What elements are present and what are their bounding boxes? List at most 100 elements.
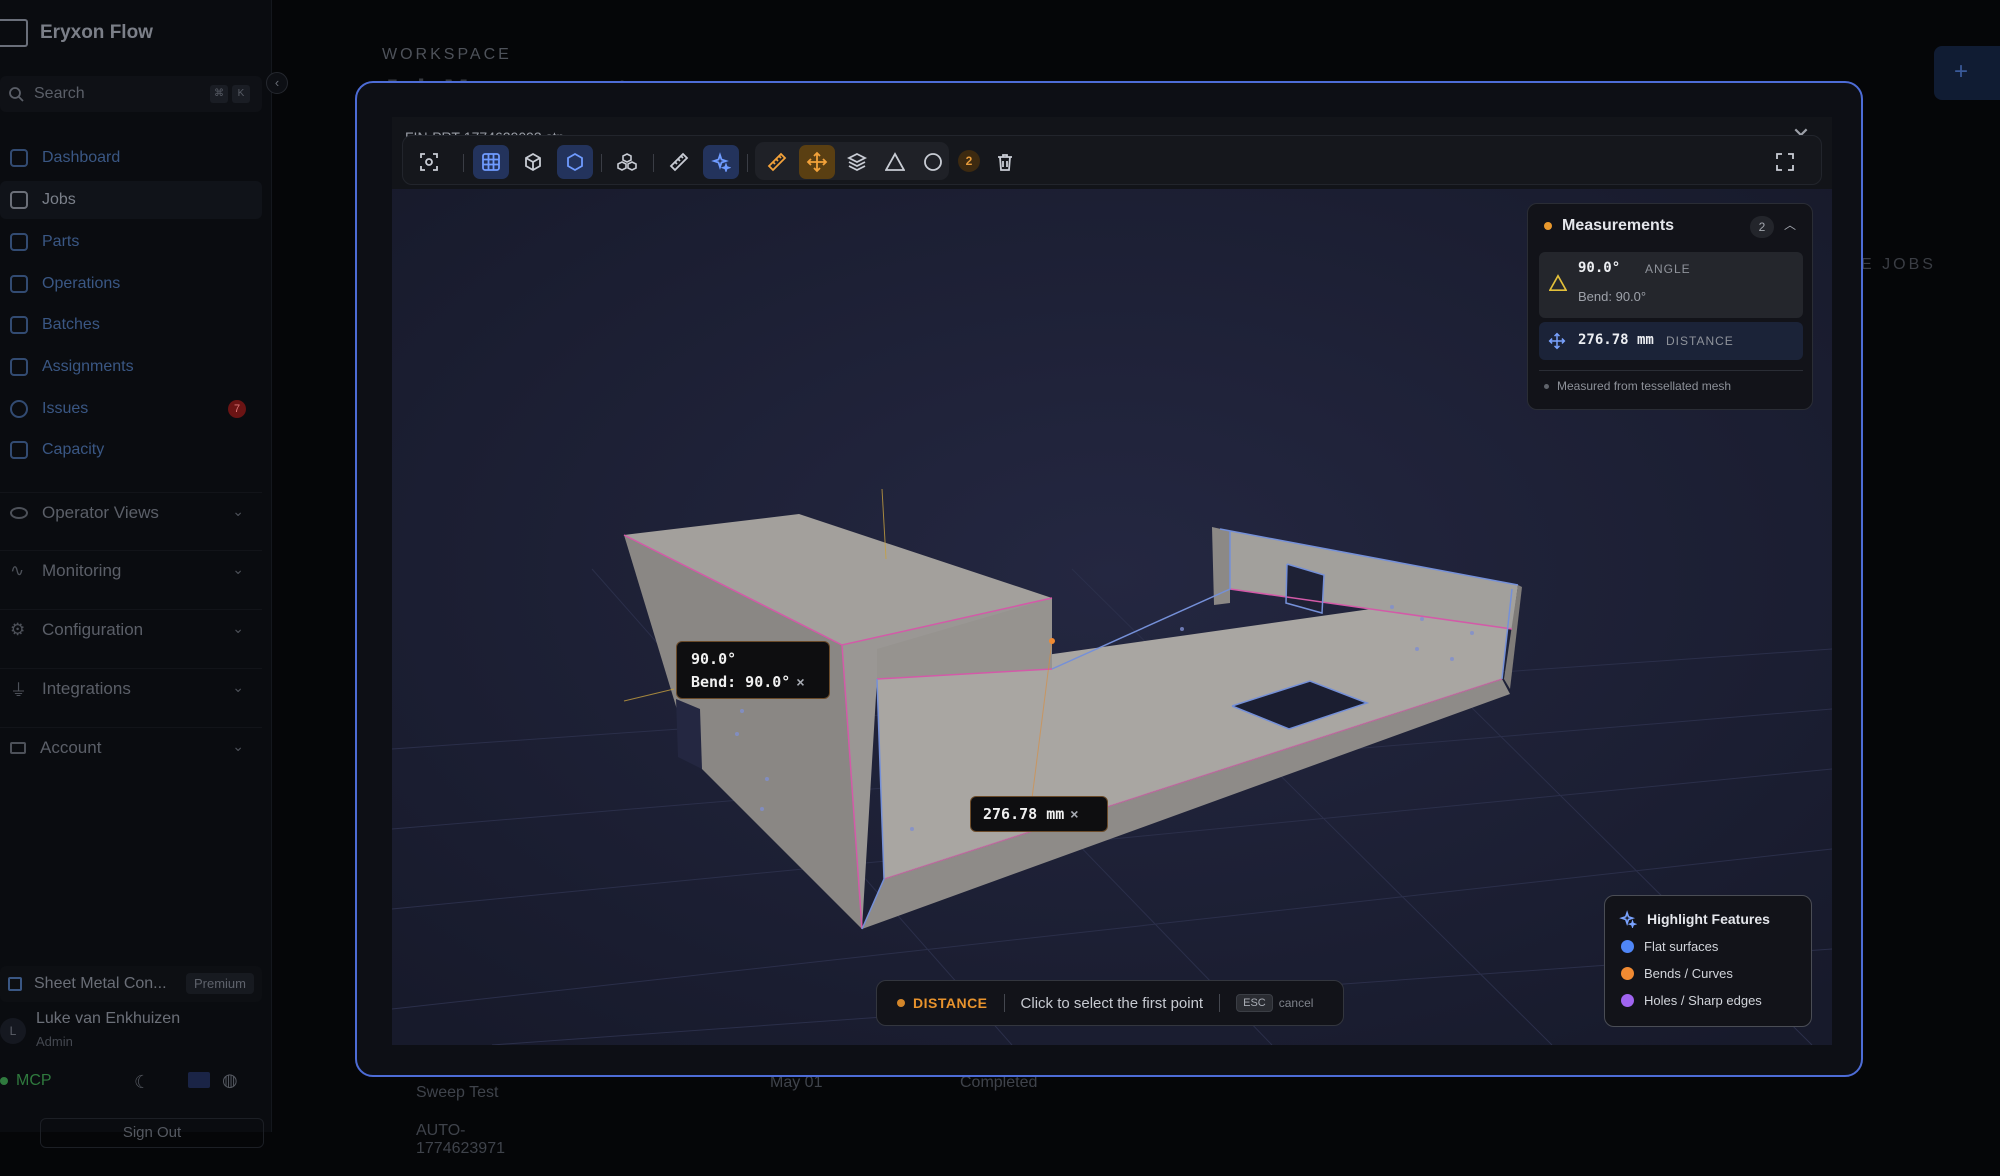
sidebar-item-jobs[interactable]: Jobs: [0, 181, 262, 219]
distance-measurement-label[interactable]: 276.78 mm ×: [970, 796, 1108, 832]
sidebar-item-label: Batches: [42, 316, 100, 333]
divider: [1003, 994, 1005, 1012]
new-job-button[interactable]: +: [1934, 46, 2000, 100]
chevron-down-icon: ⌄: [232, 561, 244, 577]
sidebar-item-label: Operations: [42, 275, 121, 292]
cube-icon: [525, 152, 541, 172]
measurement-value: 90.0°: [1578, 260, 1621, 276]
sidebar-group-configuration[interactable]: ⚙ Configuration ⌄: [0, 609, 262, 649]
sidebar-group-monitoring[interactable]: ∿ Monitoring ⌄: [0, 550, 262, 590]
package-icon: [10, 233, 28, 251]
clear-measurements-button[interactable]: [987, 145, 1023, 179]
status-dot: [1544, 222, 1552, 230]
radius-mode-button[interactable]: [915, 145, 951, 179]
chevron-down-icon: ⌄: [232, 738, 244, 754]
plan-badge: Premium: [185, 973, 254, 994]
moon-icon[interactable]: ☾: [134, 1072, 150, 1093]
eye-icon: [10, 506, 28, 519]
measure-ruler-button[interactable]: [759, 145, 795, 179]
sidebar-item-issues[interactable]: Issues 7: [0, 390, 262, 428]
sidebar-group-integrations[interactable]: ⏚ Integrations ⌄: [0, 668, 262, 708]
legend-header: Highlight Features: [1619, 910, 1770, 928]
measurement-item-distance[interactable]: 276.78 mm DISTANCE: [1539, 322, 1803, 360]
layers-icon: [10, 275, 28, 293]
brand[interactable]: Eryxon Flow: [0, 16, 153, 50]
toolbar-divider: [601, 154, 602, 172]
stack-icon: [10, 316, 28, 334]
remove-distance-measurement-button[interactable]: ×: [1070, 806, 1078, 822]
angle-mode-button[interactable]: [877, 145, 913, 179]
sidebar-item-label: Parts: [42, 233, 80, 250]
sparkles-icon: [711, 152, 731, 172]
wireframe-toggle-button[interactable]: [557, 145, 593, 179]
status-message: Click to select the first point: [1020, 994, 1204, 1012]
sidebar-item-label: Dashboard: [42, 149, 121, 166]
fullscreen-button[interactable]: [1767, 145, 1803, 179]
shortcut-key-cmd: ⌘: [210, 85, 228, 103]
app-name: Eryxon Flow: [40, 22, 153, 43]
factory-logo-icon: [0, 19, 28, 47]
organization-switcher[interactable]: Sheet Metal Con... Premium: [0, 966, 262, 1002]
measurement-item-angle[interactable]: 90.0° ANGLE Bend: 90.0°: [1539, 252, 1803, 318]
user-name: Luke van Enkhuizen: [36, 1010, 181, 1027]
trash-icon: [998, 154, 1012, 171]
alert-circle-icon: [10, 400, 28, 418]
sparkles-icon: [1619, 910, 1637, 928]
collapse-sidebar-button[interactable]: ‹: [266, 72, 288, 94]
sidebar-group-label: Monitoring: [42, 560, 122, 580]
sidebar: Eryxon Flow Search ⌘ K Dashboard Jobs Pa…: [0, 0, 272, 1148]
toolbar-divider: [747, 154, 748, 172]
measurements-footer: Measured from tessellated mesh: [1544, 379, 1731, 393]
search-input[interactable]: Search ⌘ K: [0, 76, 262, 112]
sidebar-item-label: Capacity: [42, 441, 105, 458]
mcp-status[interactable]: MCP: [0, 1072, 52, 1090]
toolbar-divider: [653, 154, 654, 172]
measurements-title: Measurements: [1562, 217, 1675, 234]
thickness-mode-button[interactable]: [839, 145, 875, 179]
explode-view-button[interactable]: [609, 145, 645, 179]
sidebar-item-dashboard[interactable]: Dashboard: [0, 139, 262, 177]
fit-view-button[interactable]: [411, 145, 447, 179]
legend-item-flat-surfaces: Flat surfaces: [1621, 939, 1718, 954]
gear-icon: ⚙: [10, 619, 26, 639]
grid-toggle-button[interactable]: [473, 145, 509, 179]
legend-item-holes: Holes / Sharp edges: [1621, 993, 1762, 1008]
globe-icon[interactable]: ◍: [222, 1070, 238, 1091]
sidebar-item-capacity[interactable]: Capacity: [0, 431, 262, 469]
bend-value: Bend: 90.0°: [691, 673, 791, 691]
legend-label: Flat surfaces: [1644, 939, 1719, 954]
sidebar-group-account[interactable]: Account ⌄: [0, 727, 262, 767]
search-placeholder: Search: [34, 85, 85, 102]
measure-tool-button[interactable]: [661, 145, 697, 179]
sidebar-item-operations[interactable]: Operations: [0, 265, 262, 303]
sidebar-group-label: Account: [40, 737, 102, 757]
remove-angle-measurement-button[interactable]: ×: [796, 674, 804, 690]
distance-mode-button[interactable]: [799, 145, 835, 179]
sidebar-item-assignments[interactable]: Assignments: [0, 348, 262, 386]
measurement-kind: ANGLE: [1645, 262, 1691, 276]
sign-out-button[interactable]: Sign Out: [40, 1118, 264, 1148]
sidebar-item-label: Jobs: [42, 191, 76, 208]
divider: [1539, 370, 1803, 371]
move-icon: [806, 151, 828, 173]
dashboard-icon: [10, 149, 28, 167]
highlight-features-button[interactable]: [703, 145, 739, 179]
bullet-dot: [1544, 383, 1549, 389]
solid-view-button[interactable]: [515, 145, 551, 179]
user-role: Admin: [36, 1034, 73, 1049]
sidebar-item-label: Assignments: [42, 358, 134, 375]
status-dot: [897, 999, 905, 1007]
legend-label: Bends / Curves: [1644, 966, 1733, 981]
sidebar-item-batches[interactable]: Batches: [0, 306, 262, 344]
sidebar-group-label: Operator Views: [42, 502, 159, 522]
angle-measurement-label[interactable]: 90.0° Bend: 90.0° ×: [676, 641, 830, 699]
sidebar-group-operator-views[interactable]: Operator Views ⌄: [0, 492, 262, 532]
cancel-hint: cancel: [1278, 996, 1314, 1010]
distance-value: 276.78 mm: [983, 805, 1065, 823]
uk-flag-icon[interactable]: [188, 1072, 210, 1088]
sidebar-item-parts[interactable]: Parts: [0, 223, 262, 261]
chevron-up-icon[interactable]: ︿: [1784, 216, 1796, 233]
measurements-header[interactable]: Measurements: [1544, 217, 1674, 235]
hexagon-icon: [567, 152, 583, 172]
activity-icon: ∿: [10, 560, 25, 580]
